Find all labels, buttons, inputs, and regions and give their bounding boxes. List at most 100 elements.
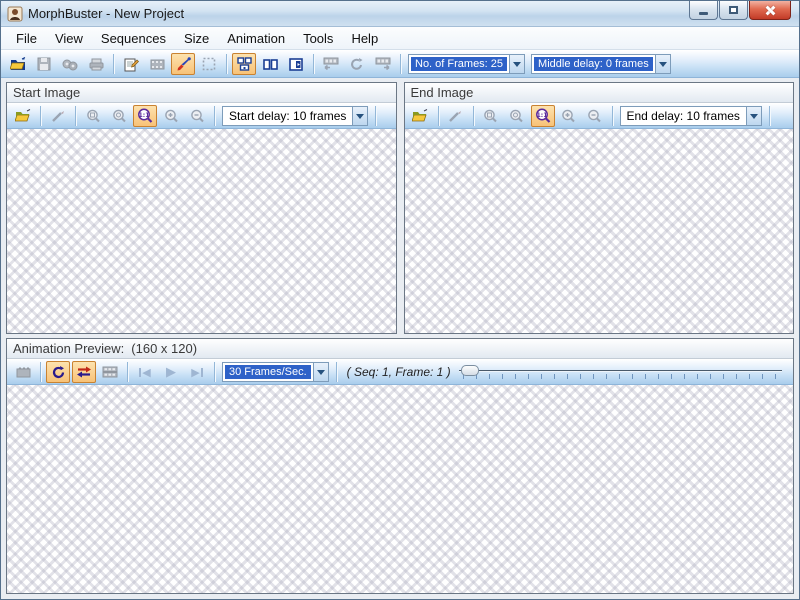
filmstrip-view-button[interactable] [98, 361, 122, 383]
menu-size[interactable]: Size [175, 29, 218, 48]
animation-preview-toolbar: ◀ ▶ ▶ 30 Frames/Sec. ( Seq: 1, Frame: 1 … [7, 359, 793, 385]
fps-combo-value: 30 Frames/Sec. [225, 365, 311, 379]
frames-combo-arrow-icon[interactable] [509, 54, 526, 74]
start-image-title: Start Image [13, 85, 81, 100]
zoom-out-icon [588, 109, 601, 122]
start-delay-combo[interactable]: Start delay: 10 frames [222, 106, 369, 126]
end-image-canvas[interactable] [404, 129, 793, 333]
play-button[interactable]: ▶ [159, 361, 183, 383]
zoom-in-icon [562, 109, 575, 122]
layout-three-pane-button[interactable] [232, 53, 256, 75]
menu-animation[interactable]: Animation [218, 29, 294, 48]
pingpong-playback-button[interactable] [72, 361, 96, 383]
menu-sequences[interactable]: Sequences [92, 29, 175, 48]
menu-tools[interactable]: Tools [294, 29, 342, 48]
reverse-sequence-button[interactable] [345, 53, 369, 75]
select-region-button[interactable] [197, 53, 221, 75]
slider-thumb[interactable] [460, 365, 479, 376]
toolbar-separator [313, 54, 314, 74]
layout-preview-icon [289, 57, 303, 71]
titlebar[interactable]: MorphBuster - New Project [1, 1, 799, 27]
save-icon [37, 57, 51, 71]
menu-help[interactable]: Help [342, 29, 387, 48]
wand-icon [449, 110, 461, 122]
insert-sequence-before-button[interactable] [319, 53, 343, 75]
render-movie-button[interactable] [11, 361, 35, 383]
start-delay-arrow-icon[interactable] [352, 106, 369, 126]
end-zoom-actual-button[interactable]: 1:1 [530, 105, 555, 127]
menu-view[interactable]: View [46, 29, 92, 48]
images-icon [62, 59, 78, 70]
start-image-canvas[interactable] [7, 129, 396, 333]
app-window: MorphBuster - New Project File View Sequ… [0, 0, 800, 600]
end-image-toolbar: 1:1 End delay: 10 frames [404, 103, 793, 129]
start-edit-wand-button[interactable] [46, 105, 70, 127]
toolbar-separator [40, 362, 41, 382]
open-folder-icon [14, 109, 30, 122]
loop-icon [52, 365, 64, 378]
middle-delay-combo-arrow-icon[interactable] [654, 54, 671, 74]
export-images-button[interactable] [58, 53, 82, 75]
play-icon: ▶ [166, 364, 176, 379]
close-button[interactable] [749, 1, 791, 20]
end-delay-arrow-icon[interactable] [745, 106, 762, 126]
frame-slider[interactable] [458, 362, 782, 382]
animation-preview-canvas[interactable] [7, 385, 793, 593]
print-button[interactable] [84, 53, 108, 75]
fps-combo-arrow-icon[interactable] [312, 362, 329, 382]
window-title: MorphBuster - New Project [28, 6, 185, 21]
printer-icon [89, 58, 103, 70]
layout-two-pane-icon [262, 58, 278, 70]
end-edit-wand-button[interactable] [444, 105, 468, 127]
zoom-custom-icon [510, 109, 523, 122]
end-zoom-out-button[interactable] [583, 105, 607, 127]
toolbar-separator [214, 362, 215, 382]
middle-delay-combo-value: Middle delay: 0 frames [534, 57, 653, 71]
end-image-title: End Image [410, 85, 474, 100]
start-open-image-button[interactable] [11, 105, 35, 127]
eyedropper-icon [177, 56, 191, 70]
maximize-button[interactable] [719, 1, 748, 20]
project-properties-button[interactable] [119, 53, 143, 75]
start-zoom-fit-button[interactable] [81, 105, 105, 127]
end-delay-combo[interactable]: End delay: 10 frames [619, 106, 762, 126]
toolbar-separator [40, 106, 41, 126]
zoom-1-1-icon: 1:1 [138, 108, 153, 123]
minimize-button[interactable] [689, 1, 718, 20]
end-open-image-button[interactable] [409, 105, 433, 127]
start-zoom-in-button[interactable] [159, 105, 183, 127]
loop-playback-button[interactable] [46, 361, 70, 383]
start-image-header: Start Image [7, 83, 396, 103]
toolbar-separator [214, 106, 215, 126]
save-project-button[interactable] [32, 53, 56, 75]
end-zoom-fit-button[interactable] [479, 105, 503, 127]
toolbar-separator [75, 106, 76, 126]
end-zoom-in-button[interactable] [557, 105, 581, 127]
fps-combo[interactable]: 30 Frames/Sec. [222, 362, 329, 382]
last-frame-icon: ▶ [191, 366, 203, 379]
start-image-toolbar: 1:1 Start delay: 10 frames [7, 103, 396, 129]
layout-two-pane-button[interactable] [258, 53, 282, 75]
close-icon [765, 5, 776, 16]
slider-ticks [462, 374, 778, 379]
sequence-film-button[interactable] [145, 53, 169, 75]
toolbar-separator [472, 106, 474, 126]
end-zoom-custom-button[interactable] [505, 105, 529, 127]
layout-three-pane-icon [236, 57, 252, 71]
menu-file[interactable]: File [7, 29, 46, 48]
toolbar-separator [768, 106, 770, 126]
middle-delay-combo[interactable]: Middle delay: 0 frames [531, 54, 671, 74]
toolbar-separator [611, 106, 613, 126]
properties-icon [124, 58, 139, 71]
start-zoom-custom-button[interactable] [107, 105, 131, 127]
start-zoom-actual-button[interactable]: 1:1 [133, 105, 157, 127]
first-frame-button[interactable]: ◀ [133, 361, 157, 383]
insert-sequence-after-button[interactable] [371, 53, 395, 75]
layout-preview-pane-button[interactable] [284, 53, 308, 75]
open-project-button[interactable] [6, 53, 30, 75]
end-image-header: End Image [404, 83, 793, 103]
start-zoom-out-button[interactable] [185, 105, 209, 127]
last-frame-button[interactable]: ▶ [185, 361, 209, 383]
edit-points-button[interactable] [171, 53, 195, 75]
frames-combo[interactable]: No. of Frames: 25 [408, 54, 526, 74]
